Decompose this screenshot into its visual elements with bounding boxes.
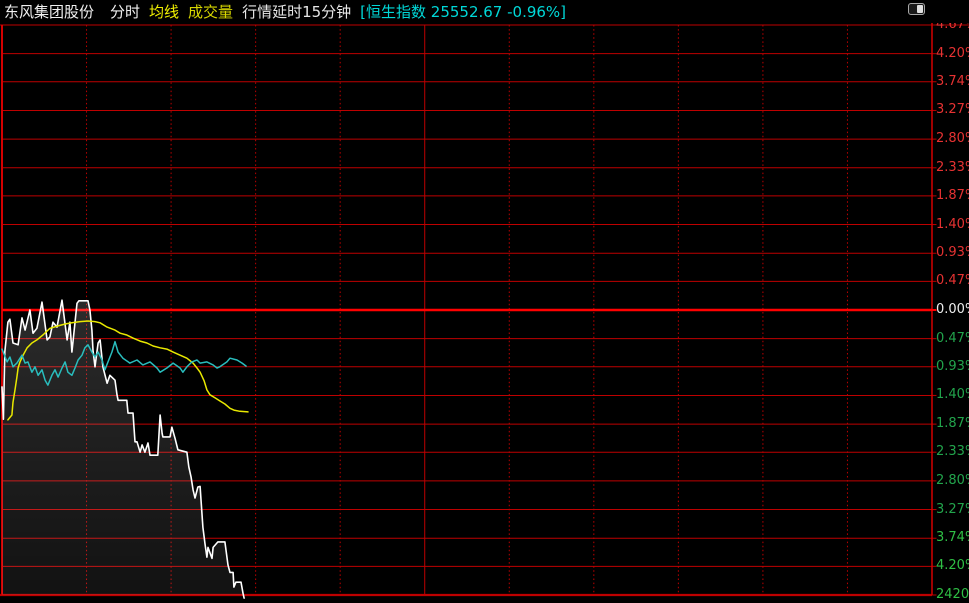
axis-label-8: 0.93% [936, 245, 969, 261]
axis-label-16: 2.80% [936, 473, 969, 489]
axis-label-14: 1.87% [936, 416, 969, 432]
stock-name: 东风集团股份 [4, 1, 94, 22]
tab-average-line[interactable]: 均线 [149, 1, 179, 22]
axis-label-19: 4.20% [936, 558, 969, 574]
axis-label-18: 3.74% [936, 530, 969, 546]
minute-chart-plot[interactable] [0, 0, 969, 601]
axis-label-15: 2.33% [936, 444, 969, 460]
panel-toggle-icon[interactable] [908, 3, 925, 15]
index-quote[interactable]: [恒生指数 25552.67 -0.96%] [360, 1, 566, 22]
axis-label-13: 1.40% [936, 387, 969, 403]
axis-label-3: 3.27% [936, 102, 969, 118]
axis-label-4: 2.80% [936, 131, 969, 147]
header-bar: 东风集团股份 分时 均线 成交量 行情延时15分钟 [恒生指数 25552.67… [0, 0, 969, 23]
axis-label-6: 1.87% [936, 188, 969, 204]
intraday-chart-screen: 东风集团股份 分时 均线 成交量 行情延时15分钟 [恒生指数 25552.67… [0, 0, 969, 601]
axis-label-17: 3.27% [936, 502, 969, 518]
panel-toggle-icon-fill [917, 5, 923, 13]
delay-notice: 行情延时15分钟 [242, 1, 351, 22]
axis-label-5: 2.33% [936, 160, 969, 176]
axis-label-1: 4.20% [936, 46, 969, 62]
axis-label-11: 0.47% [936, 331, 969, 347]
axis-label-2: 3.74% [936, 74, 969, 90]
axis-label-10: 0.00% [936, 302, 969, 318]
axis-label-9: 0.47% [936, 273, 969, 289]
tab-volume[interactable]: 成交量 [188, 1, 233, 22]
axis-label-12: 0.93% [936, 359, 969, 375]
axis-label-7: 1.40% [936, 217, 969, 233]
tab-minute-chart[interactable]: 分时 [110, 1, 140, 22]
